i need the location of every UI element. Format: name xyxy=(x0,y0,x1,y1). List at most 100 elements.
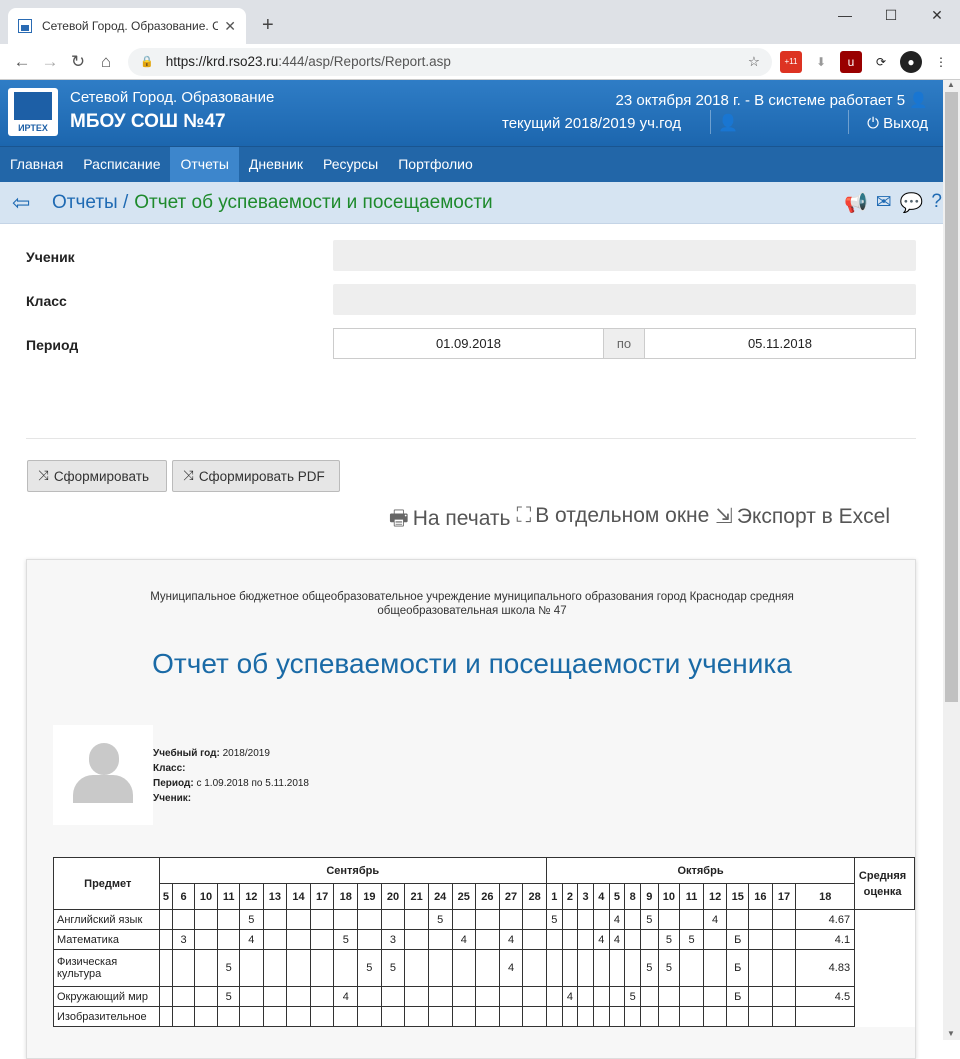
mark-cell xyxy=(451,909,477,930)
mark-cell xyxy=(239,986,264,1007)
day-header: 14 xyxy=(286,883,311,910)
day-header: 6 xyxy=(172,883,195,910)
mark-cell xyxy=(309,929,335,950)
export-excel-link[interactable]: ⇲ Экспорт в Excel xyxy=(715,504,890,539)
back-icon[interactable]: ← xyxy=(8,52,36,72)
profile-avatar[interactable]: ● xyxy=(900,50,922,73)
report-info: Учебный год: 2018/2019 Класс: Период: с … xyxy=(153,748,309,804)
mark-cell xyxy=(545,929,563,950)
average-cell: 4.5 xyxy=(795,986,856,1007)
average-cell: 4.83 xyxy=(795,949,856,987)
mark-cell xyxy=(475,909,500,930)
day-header: 27 xyxy=(498,883,524,910)
extension-badge-icon[interactable]: +11 xyxy=(780,50,802,73)
average-cell xyxy=(795,1006,856,1027)
menu-item-portfolio[interactable]: Портфолио xyxy=(388,147,483,182)
chat-icon[interactable]: 💬 xyxy=(900,191,924,215)
mark-cell xyxy=(333,949,359,987)
ublock-extension-icon[interactable]: u xyxy=(840,50,862,73)
mark-cell xyxy=(545,1006,563,1027)
mark-cell: Б xyxy=(726,949,750,987)
generate-button[interactable]: ⤨ Сформировать xyxy=(27,460,167,492)
month-header: Сентябрь xyxy=(158,857,547,884)
user-icon[interactable]: 👤 xyxy=(718,113,738,133)
close-window-icon[interactable]: ✕ xyxy=(914,0,960,30)
reload-icon[interactable]: ↻ xyxy=(64,52,92,72)
mark-cell xyxy=(748,1006,773,1027)
day-header: 11 xyxy=(679,883,704,910)
minimize-icon[interactable]: — xyxy=(822,0,868,30)
irtex-logo[interactable]: ИРТЕХ xyxy=(8,88,58,136)
mark-cell xyxy=(380,1006,406,1027)
date-from-input[interactable]: 01.09.2018 xyxy=(333,328,604,359)
mark-cell: 3 xyxy=(172,929,195,950)
mark-cell xyxy=(193,986,219,1007)
mark-cell xyxy=(451,949,477,987)
menu-item-reports[interactable]: Отчеты xyxy=(170,147,239,182)
subject-cell: Изобразительное xyxy=(53,1006,160,1027)
browser-menu-icon[interactable]: ⋮ xyxy=(930,51,952,73)
sync-extension-icon[interactable]: ⟳ xyxy=(870,51,892,73)
mark-cell: 4 xyxy=(333,986,359,1007)
mail-icon[interactable]: ✉ xyxy=(876,191,892,215)
page-scrollbar[interactable]: ▲ ▼ xyxy=(943,80,960,1040)
date-to-input[interactable]: 05.11.2018 xyxy=(644,328,916,359)
browser-tab[interactable]: Сетевой Город. Образование. С ✕ xyxy=(8,8,246,44)
mark-cell xyxy=(404,929,429,950)
mark-cell: 5 xyxy=(639,909,659,930)
mark-cell xyxy=(239,949,264,987)
school-name: МБОУ СОШ №47 xyxy=(70,111,226,132)
mark-cell xyxy=(561,1006,579,1027)
mark-cell xyxy=(592,949,610,987)
mark-cell: 5 xyxy=(679,929,704,950)
subject-cell: Английский язык xyxy=(53,909,160,930)
mark-cell xyxy=(679,949,704,987)
download-extension-icon[interactable]: ⬇ xyxy=(810,51,832,73)
generate-pdf-button[interactable]: ⤨ Сформировать PDF xyxy=(172,460,340,492)
new-window-link[interactable]: ⛶ В отдельном окне xyxy=(516,504,709,539)
maximize-icon[interactable]: ☐ xyxy=(868,0,914,30)
mark-cell xyxy=(309,909,335,930)
print-link[interactable]: 🖶 На печать xyxy=(389,504,511,539)
day-header: 11 xyxy=(217,883,241,910)
url-input[interactable]: 🔒 https://krd.rso23.ru:444/asp/Reports/R… xyxy=(128,47,772,76)
printer-icon: 🖶 xyxy=(388,507,409,530)
day-header: 28 xyxy=(522,883,547,910)
new-tab-icon[interactable]: + xyxy=(262,14,274,37)
average-cell: 4.1 xyxy=(795,929,856,950)
menu-item-resources[interactable]: Ресурсы xyxy=(313,147,388,182)
back-arrow-icon[interactable]: ⇦ xyxy=(12,190,42,216)
mark-cell xyxy=(239,1006,264,1027)
logout-button[interactable]: ⏻ Выход xyxy=(867,115,928,132)
mark-cell xyxy=(592,909,610,930)
mark-cell xyxy=(748,929,773,950)
mark-cell xyxy=(380,986,406,1007)
forward-icon[interactable]: → xyxy=(36,52,64,72)
close-tab-icon[interactable]: ✕ xyxy=(224,18,236,35)
subject-cell: Окружающий мир xyxy=(53,986,160,1007)
mark-cell: 5 xyxy=(427,909,453,930)
system-name: Сетевой Город. Образование xyxy=(70,89,275,106)
help-icon[interactable]: ? xyxy=(931,191,942,215)
menu-item-schedule[interactable]: Расписание xyxy=(73,147,170,182)
tab-title: Сетевой Город. Образование. С xyxy=(42,19,219,33)
class-field[interactable] xyxy=(333,284,916,315)
shuffle-icon: ⤨ xyxy=(183,468,194,483)
mark-cell xyxy=(522,929,547,950)
menu-item-diary[interactable]: Дневник xyxy=(239,147,313,182)
student-field[interactable] xyxy=(333,240,916,271)
announcement-icon[interactable]: 📢 xyxy=(844,191,868,215)
home-icon[interactable]: ⌂ xyxy=(92,52,120,72)
mark-cell xyxy=(608,1006,626,1027)
lock-icon: 🔒 xyxy=(140,56,154,68)
breadcrumb-parent[interactable]: Отчеты / xyxy=(52,192,128,214)
day-header: 18 xyxy=(795,883,856,910)
mark-cell xyxy=(172,986,195,1007)
bookmark-star-icon[interactable]: ☆ xyxy=(748,54,760,70)
mark-cell xyxy=(624,929,641,950)
menu-item-home[interactable]: Главная xyxy=(0,147,73,182)
day-header: 12 xyxy=(239,883,264,910)
mark-cell xyxy=(333,909,359,930)
mark-cell xyxy=(451,1006,477,1027)
mark-cell xyxy=(679,1006,704,1027)
